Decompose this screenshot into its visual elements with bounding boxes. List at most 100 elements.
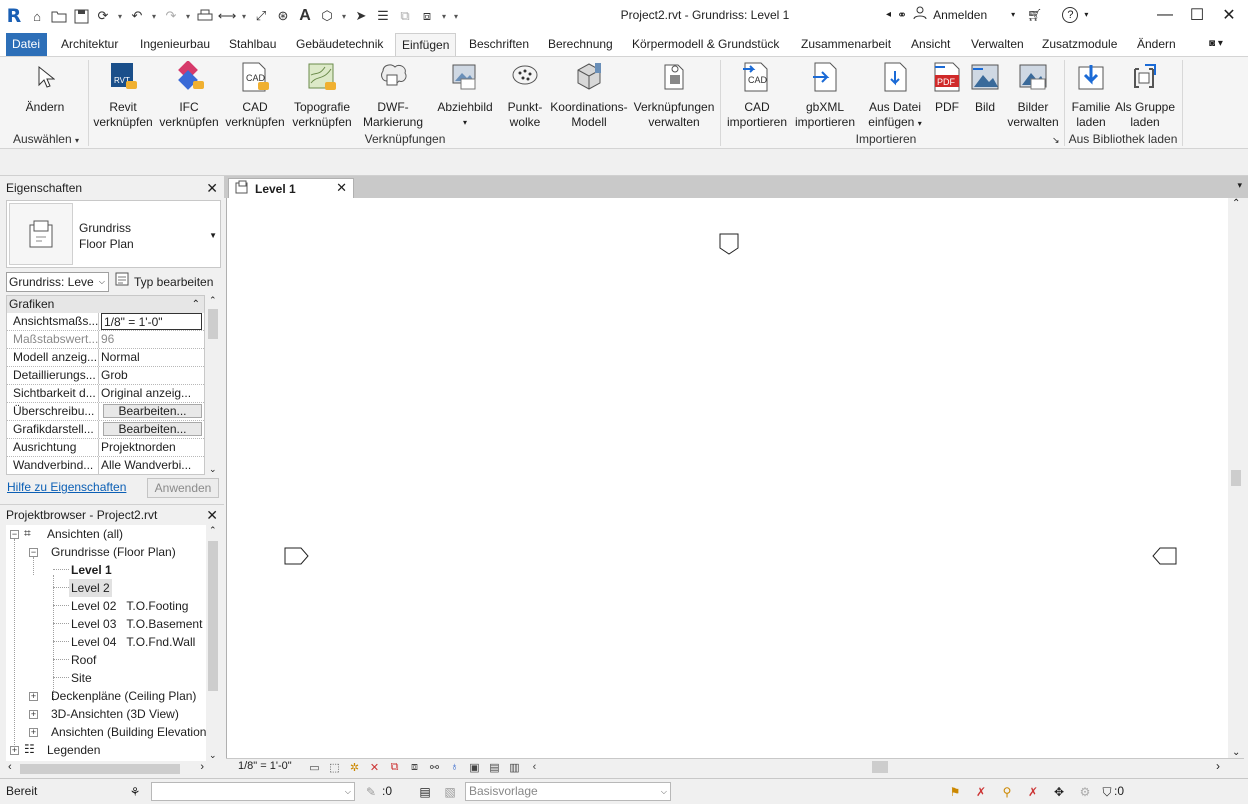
redo-icon[interactable]: ↷ — [162, 6, 180, 26]
modify-button[interactable]: Ändern — [20, 59, 70, 115]
load-as-group-button[interactable]: Als Gruppe laden — [1114, 59, 1176, 130]
canvas-vscroll-thumb[interactable] — [1231, 470, 1241, 486]
point-cloud-button[interactable]: Punkt- wolke — [500, 59, 550, 130]
workset-select[interactable]: ⌵ — [151, 782, 355, 801]
prop-row-graphic-display[interactable]: Grafikdarstell... Bearbeiten... — [7, 421, 204, 439]
ribbon-minimize-icon[interactable]: ◙ ▾ — [1203, 33, 1229, 56]
tree-node-roof[interactable]: Roof — [71, 651, 96, 669]
tree-node-level-03[interactable]: Level 03 T.O.Basement — [71, 615, 202, 633]
canvas-vertical-scrollbar[interactable]: ⌃ ⌄ — [1228, 198, 1244, 758]
properties-help-link[interactable]: Hilfe zu Eigenschaften — [7, 480, 126, 494]
help-dropdown-icon[interactable]: ▾ — [1084, 10, 1088, 19]
background-processes-icon[interactable]: ⚙ — [1076, 783, 1094, 801]
instance-filter-dropdown-icon[interactable]: ⌵ — [99, 273, 105, 291]
tree-node-views[interactable]: Ansichten (all) — [47, 525, 123, 543]
manage-links-button[interactable]: Verknüpfungen verwalten — [632, 59, 716, 130]
tab-einfuegen[interactable]: Einfügen — [395, 33, 457, 56]
design-options-icon[interactable]: ▤ — [416, 783, 434, 801]
tab-verwalten[interactable]: Verwalten — [965, 33, 1030, 56]
scroll-right-icon[interactable]: › — [200, 761, 204, 773]
decal-button[interactable]: Abziehbild ▾ — [432, 59, 498, 130]
scroll-down-icon[interactable]: ⌄ — [209, 464, 217, 475]
prop-row-wall-join[interactable]: Wandverbind... Alle Wandverbi... — [7, 457, 204, 474]
gbxml-import-button[interactable]: gbXML importieren — [792, 59, 858, 130]
customize-qat-icon[interactable]: ▾ — [452, 6, 460, 26]
elevation-marker-north[interactable] — [719, 233, 739, 255]
decal-dropdown-icon[interactable]: ▾ — [432, 115, 498, 130]
reveal-hidden-icon[interactable]: ▣ — [466, 759, 483, 775]
home-icon[interactable]: ⌂ — [28, 6, 46, 26]
analytical-model-icon[interactable]: ▥ — [506, 759, 523, 775]
switch-windows-dropdown-icon[interactable]: ▾ — [440, 6, 448, 26]
sync-dropdown-icon[interactable]: ▾ — [116, 6, 124, 26]
browser-vertical-scrollbar[interactable]: ⌃ ⌄ — [206, 525, 220, 761]
tab-stahlbau[interactable]: Stahlbau — [223, 33, 282, 56]
view-tabs-menu-icon[interactable]: ▾ — [1237, 180, 1242, 191]
crop-region-icon[interactable]: ⧈ — [406, 759, 423, 775]
group-graphics[interactable]: Grafiken ⌃ — [7, 296, 204, 313]
scroll-up-icon[interactable]: ⌃ — [209, 295, 217, 306]
tab-gebaeudetechnik[interactable]: Gebäudetechnik — [290, 33, 389, 56]
close-hidden-icon[interactable]: ⧉ — [396, 6, 414, 26]
tree-node-elevations[interactable]: Ansichten (Building Elevation — [51, 723, 206, 741]
browser-hscroll-thumb[interactable] — [20, 764, 180, 774]
browser-close-icon[interactable]: ✕ — [206, 505, 218, 525]
tab-aendern[interactable]: Ändern — [1131, 33, 1182, 56]
select-links-icon[interactable]: ⚑ — [946, 783, 964, 801]
link-topo-button[interactable]: Topografie verknüpfen — [288, 59, 356, 130]
insert-from-file-button[interactable]: Aus Datei einfügen ▾ — [864, 59, 926, 131]
tab-ingenieurbau[interactable]: Ingenieurbau — [134, 33, 216, 56]
crop-view-icon[interactable]: ⧉ — [386, 759, 403, 775]
close-icon[interactable]: ✕ — [1218, 4, 1240, 26]
workset-icon[interactable]: ⚘ — [126, 783, 144, 801]
section-icon[interactable]: ➤ — [352, 6, 370, 26]
tree-node-3d-views[interactable]: 3D-Ansichten (3D View) — [51, 705, 179, 723]
tree-node-ceiling-plans[interactable]: Deckenpläne (Ceiling Plan) — [51, 687, 196, 705]
tab-file[interactable]: Datei — [6, 33, 47, 56]
prop-row-parts-visibility[interactable]: Sichtbarkeit d... Original anzeig... — [7, 385, 204, 403]
design-option-dropdown-icon[interactable]: ⌵ — [661, 783, 667, 800]
select-panel-title[interactable]: Auswählen ▾ — [6, 132, 86, 146]
prop-value[interactable]: Original anzeig... — [99, 385, 204, 402]
help-icon[interactable]: ? — [1062, 6, 1079, 23]
cart-icon[interactable]: 🛒︎ — [1027, 8, 1042, 22]
prop-row-overrides[interactable]: Überschreibu... Bearbeiten... — [7, 403, 204, 421]
tab-berechnung[interactable]: Berechnung — [542, 33, 619, 56]
dwf-markup-button[interactable]: DWF- Markierung — [358, 59, 428, 130]
tree-node-level-2[interactable]: Level 2 — [69, 579, 112, 597]
canvas-hscroll-thumb[interactable] — [872, 761, 888, 773]
tab-ansicht[interactable]: Ansicht — [905, 33, 956, 56]
expand-icon[interactable]: + — [10, 746, 19, 755]
redo-dropdown-icon[interactable]: ▾ — [184, 6, 192, 26]
import-panel-launcher-icon[interactable]: ↘ — [1052, 135, 1060, 146]
drag-elements-icon[interactable]: ✥ — [1050, 783, 1068, 801]
properties-scroll-thumb[interactable] — [208, 309, 218, 339]
undo-dropdown-icon[interactable]: ▾ — [150, 6, 158, 26]
prop-row-orientation[interactable]: Ausrichtung Projektnorden — [7, 439, 204, 457]
scroll-left-icon[interactable]: ◂ — [886, 9, 891, 20]
tab-beschriften[interactable]: Beschriften — [463, 33, 535, 56]
open-icon[interactable] — [50, 6, 68, 26]
signin-dropdown-icon[interactable]: ▾ — [1011, 10, 1015, 19]
scroll-right-icon[interactable]: › — [1216, 759, 1220, 773]
prop-row-detail-level[interactable]: Detaillierungs... Grob — [7, 367, 204, 385]
view-tab-level-1[interactable]: Level 1 ✕ — [228, 178, 354, 198]
manage-images-button[interactable]: Bilder verwalten — [1006, 59, 1060, 130]
apply-button[interactable]: Anwenden — [147, 478, 219, 498]
binoculars-icon[interactable]: ⚭ — [897, 8, 907, 22]
design-option-set-icon[interactable]: ▧ — [441, 783, 459, 801]
app-logo[interactable]: R — [4, 5, 24, 27]
coordination-model-button[interactable]: Koordinations- Modell — [548, 59, 630, 130]
maximize-icon[interactable]: ☐ — [1186, 4, 1208, 26]
view-scale[interactable]: 1/8" = 1'-0" — [238, 760, 292, 772]
sun-path-icon[interactable]: ✲ — [346, 759, 363, 775]
measure-icon[interactable]: ⟷ — [218, 6, 237, 26]
instance-filter-select[interactable]: Grundriss: Leve ⌵ — [6, 272, 109, 292]
pdf-button[interactable]: PDF PDF — [928, 59, 966, 115]
prop-value[interactable]: Projektnorden — [99, 439, 204, 456]
tab-zusatzmodule[interactable]: Zusatzmodule — [1036, 33, 1123, 56]
link-ifc-button[interactable]: IFC verknüpfen — [158, 59, 220, 130]
tag-icon[interactable]: ⊛ — [274, 6, 292, 26]
minimize-icon[interactable]: — — [1154, 4, 1176, 26]
visual-style-icon[interactable]: ⬚ — [326, 759, 343, 775]
